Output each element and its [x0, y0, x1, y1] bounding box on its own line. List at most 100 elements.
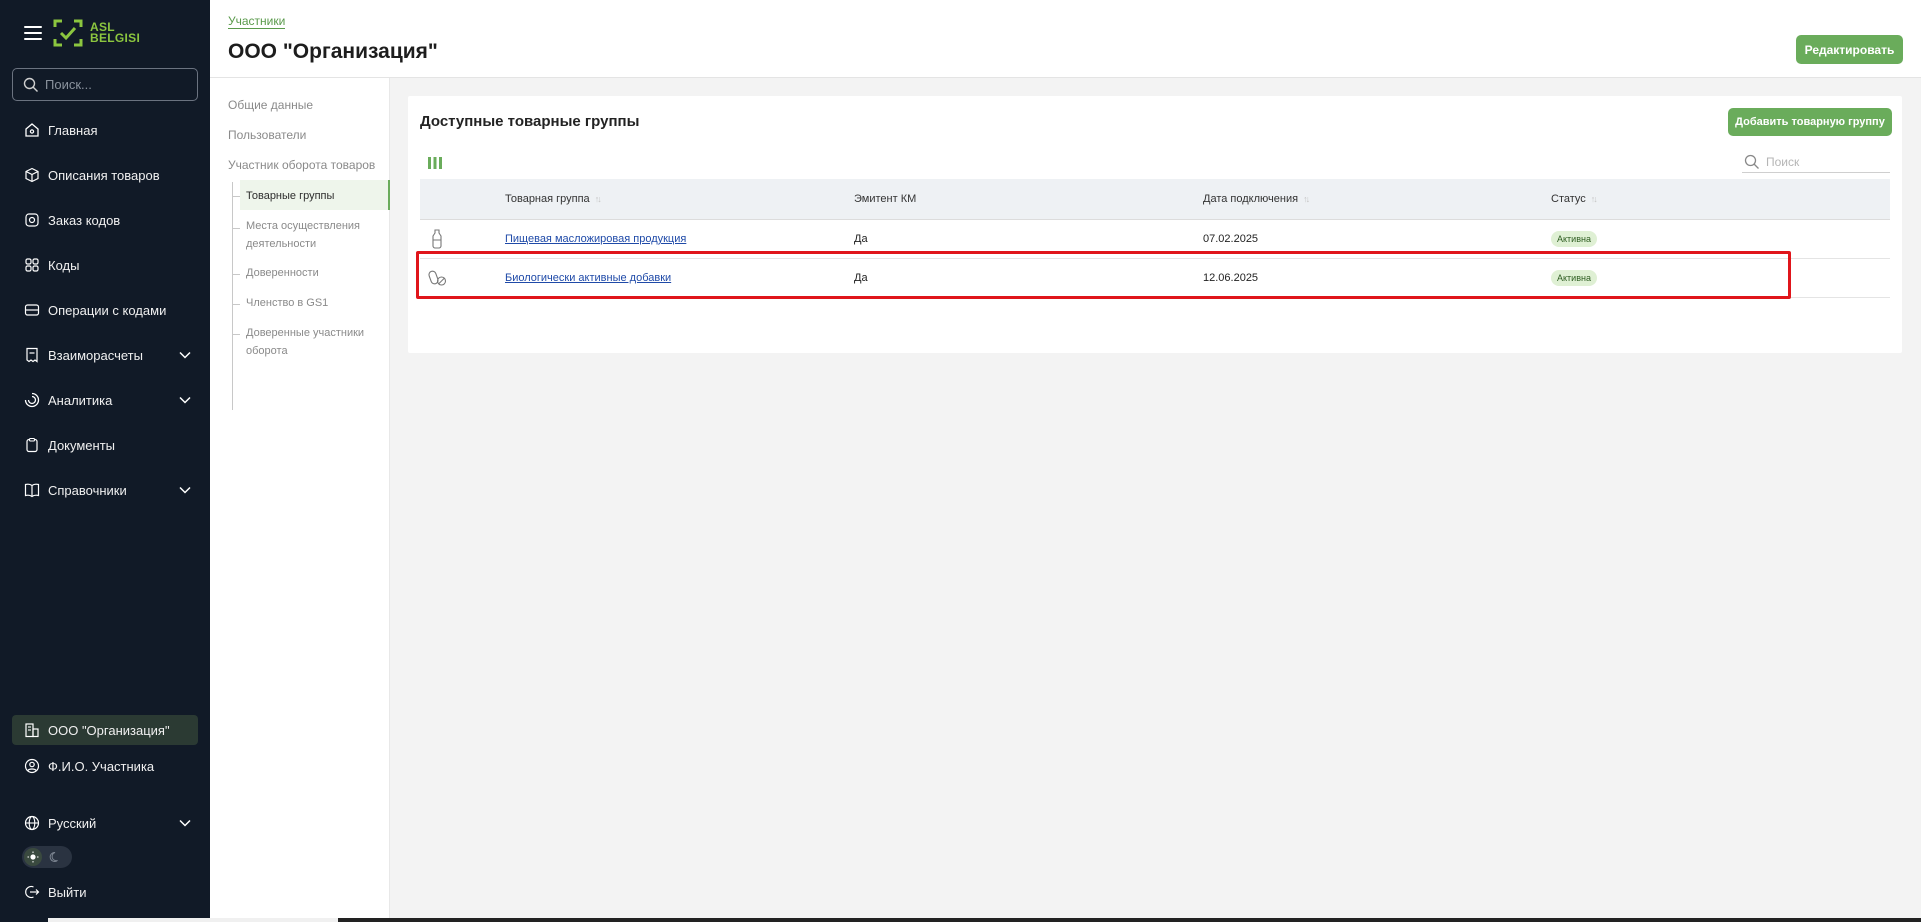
status-badge: Активна — [1551, 231, 1597, 247]
menu-icon[interactable] — [24, 26, 42, 40]
receipt-icon — [26, 347, 38, 363]
home-icon — [25, 123, 39, 137]
subnav-powers-of-attorney[interactable]: Доверенности — [246, 264, 376, 282]
subnav-gs1-membership[interactable]: Членство в GS1 — [246, 294, 376, 312]
language-selector[interactable]: Русский — [12, 808, 198, 838]
sun-icon[interactable] — [24, 848, 42, 866]
bottle-icon — [432, 229, 442, 249]
theme-toggle[interactable] — [22, 846, 72, 868]
pills-icon — [428, 270, 447, 286]
sidebar-item-label: Справочники — [48, 482, 127, 498]
cell-date: 12.06.2025 — [1203, 272, 1259, 284]
sidebar-search[interactable] — [12, 68, 198, 101]
sort-icon[interactable]: ↑↓ — [1591, 194, 1598, 204]
sidebar-item-codes[interactable]: Коды — [12, 250, 198, 280]
user-icon — [24, 758, 40, 774]
subnav-activity-places[interactable]: Места осуществления деятельности — [246, 217, 376, 253]
edit-button[interactable]: Редактировать — [1796, 35, 1903, 64]
chevron-down-icon — [179, 486, 191, 494]
logo-icon — [53, 19, 83, 47]
cell-product-group[interactable]: Биологически активные добавки — [505, 272, 671, 284]
logo[interactable]: ASL BELGISI — [52, 17, 140, 49]
codes-icon — [25, 258, 39, 272]
box-icon — [25, 167, 39, 183]
column-header-connection-date[interactable]: Дата подключения ↑↓ — [1203, 193, 1310, 205]
sidebar: ASL BELGISI Главная Описания товаров Зак… — [0, 0, 210, 922]
sidebar-item-documents[interactable]: Документы — [12, 430, 198, 460]
cell-product-group[interactable]: Пищевая масложировая продукция — [505, 233, 686, 245]
logo-text: ASL BELGISI — [90, 20, 141, 45]
cell-date: 07.02.2025 — [1203, 233, 1259, 245]
product-group-link[interactable]: Биологически активные добавки — [505, 272, 671, 284]
sidebar-org[interactable]: ООО "Организация" — [12, 715, 198, 745]
sidebar-item-label: Аналитика — [48, 392, 113, 408]
subnav-general-data[interactable]: Общие данные — [228, 98, 313, 112]
table-search-input[interactable] — [1766, 154, 1886, 169]
sidebar-item-analytics[interactable]: Аналитика — [12, 385, 198, 415]
language-label: Русский — [48, 815, 97, 831]
table-search[interactable] — [1742, 151, 1890, 173]
sidebar-item-label: Операции с кодами — [48, 302, 167, 318]
breadcrumb-participants[interactable]: Участники — [228, 14, 286, 29]
sidebar-item-home[interactable]: Главная — [12, 115, 198, 145]
operations-icon — [24, 304, 40, 316]
tree-tick — [232, 228, 240, 229]
tree-tick — [232, 334, 240, 335]
chevron-down-icon — [179, 819, 191, 827]
product-groups-card: Доступные товарные группы Добавить товар… — [408, 96, 1902, 353]
order-icon — [25, 213, 39, 227]
product-group-link[interactable]: Пищевая масложировая продукция — [505, 233, 686, 245]
bottom-strip — [48, 918, 338, 922]
tree-line — [232, 182, 233, 410]
documents-icon — [26, 437, 38, 453]
logout-button[interactable]: Выйти — [12, 877, 198, 907]
sidebar-user[interactable]: Ф.И.О. Участника — [12, 751, 198, 781]
book-icon — [24, 483, 40, 498]
sidebar-item-code-order[interactable]: Заказ кодов — [12, 205, 198, 235]
cell-emitter: Да — [854, 233, 868, 245]
page-header: Участники ООО "Организация" Редактироват… — [210, 0, 1921, 78]
subnav-participant[interactable]: Участник оборота товаров — [228, 158, 375, 172]
subnav-product-groups[interactable]: Товарные группы — [240, 180, 390, 210]
sidebar-item-label: Взаиморасчеты — [48, 347, 143, 363]
building-icon — [25, 723, 39, 738]
logout-icon — [25, 885, 40, 899]
add-product-group-button[interactable]: Добавить товарную группу — [1728, 108, 1892, 136]
sidebar-item-references[interactable]: Справочники — [12, 475, 198, 505]
sidebar-item-label: Главная — [48, 122, 98, 138]
column-header-product-group[interactable]: Товарная группа ↑↓ — [505, 193, 602, 205]
moon-icon[interactable] — [46, 848, 64, 866]
columns-settings-icon[interactable] — [428, 157, 442, 169]
sidebar-item-label: Описания товаров — [48, 167, 160, 183]
column-header-status[interactable]: Статус ↑↓ — [1551, 193, 1598, 205]
chevron-down-icon — [179, 351, 191, 359]
analytics-icon — [24, 392, 40, 408]
sidebar-item-product-descriptions[interactable]: Описания товаров — [12, 160, 198, 190]
globe-icon — [24, 815, 40, 831]
sort-icon[interactable]: ↑↓ — [1303, 194, 1310, 204]
sidebar-item-label: Заказ кодов — [48, 212, 121, 228]
tree-tick — [232, 274, 240, 275]
tree-tick — [232, 196, 240, 197]
sidebar-search-input[interactable] — [45, 77, 185, 92]
page-title: ООО "Организация" — [228, 40, 438, 63]
user-label: Ф.И.О. Участника — [48, 758, 155, 774]
sidebar-item-label: Документы — [48, 437, 116, 453]
search-icon — [1744, 154, 1759, 169]
subnav-trusted-participants[interactable]: Доверенные участники оборота — [246, 324, 376, 360]
sidebar-item-code-operations[interactable]: Операции с кодами — [12, 295, 198, 325]
sort-icon[interactable]: ↑↓ — [595, 194, 602, 204]
table-row: Биологически активные добавки Да 12.06.2… — [420, 259, 1890, 298]
search-icon — [23, 77, 38, 92]
column-header-emitter: Эмитент КМ — [854, 193, 917, 205]
sidebar-item-label: Коды — [48, 257, 80, 273]
subnav-users[interactable]: Пользователи — [228, 128, 306, 142]
card-title: Доступные товарные группы — [420, 113, 640, 130]
table-header: Товарная группа ↑↓ Эмитент КМ Дата подклю… — [420, 179, 1890, 220]
org-label: ООО "Организация" — [48, 722, 170, 738]
logout-label: Выйти — [48, 884, 87, 900]
chevron-down-icon — [179, 396, 191, 404]
sub-navigation: Общие данные Пользователи Участник оборо… — [210, 78, 390, 922]
bottom-strip — [338, 918, 1921, 922]
sidebar-item-settlements[interactable]: Взаиморасчеты — [12, 340, 198, 370]
